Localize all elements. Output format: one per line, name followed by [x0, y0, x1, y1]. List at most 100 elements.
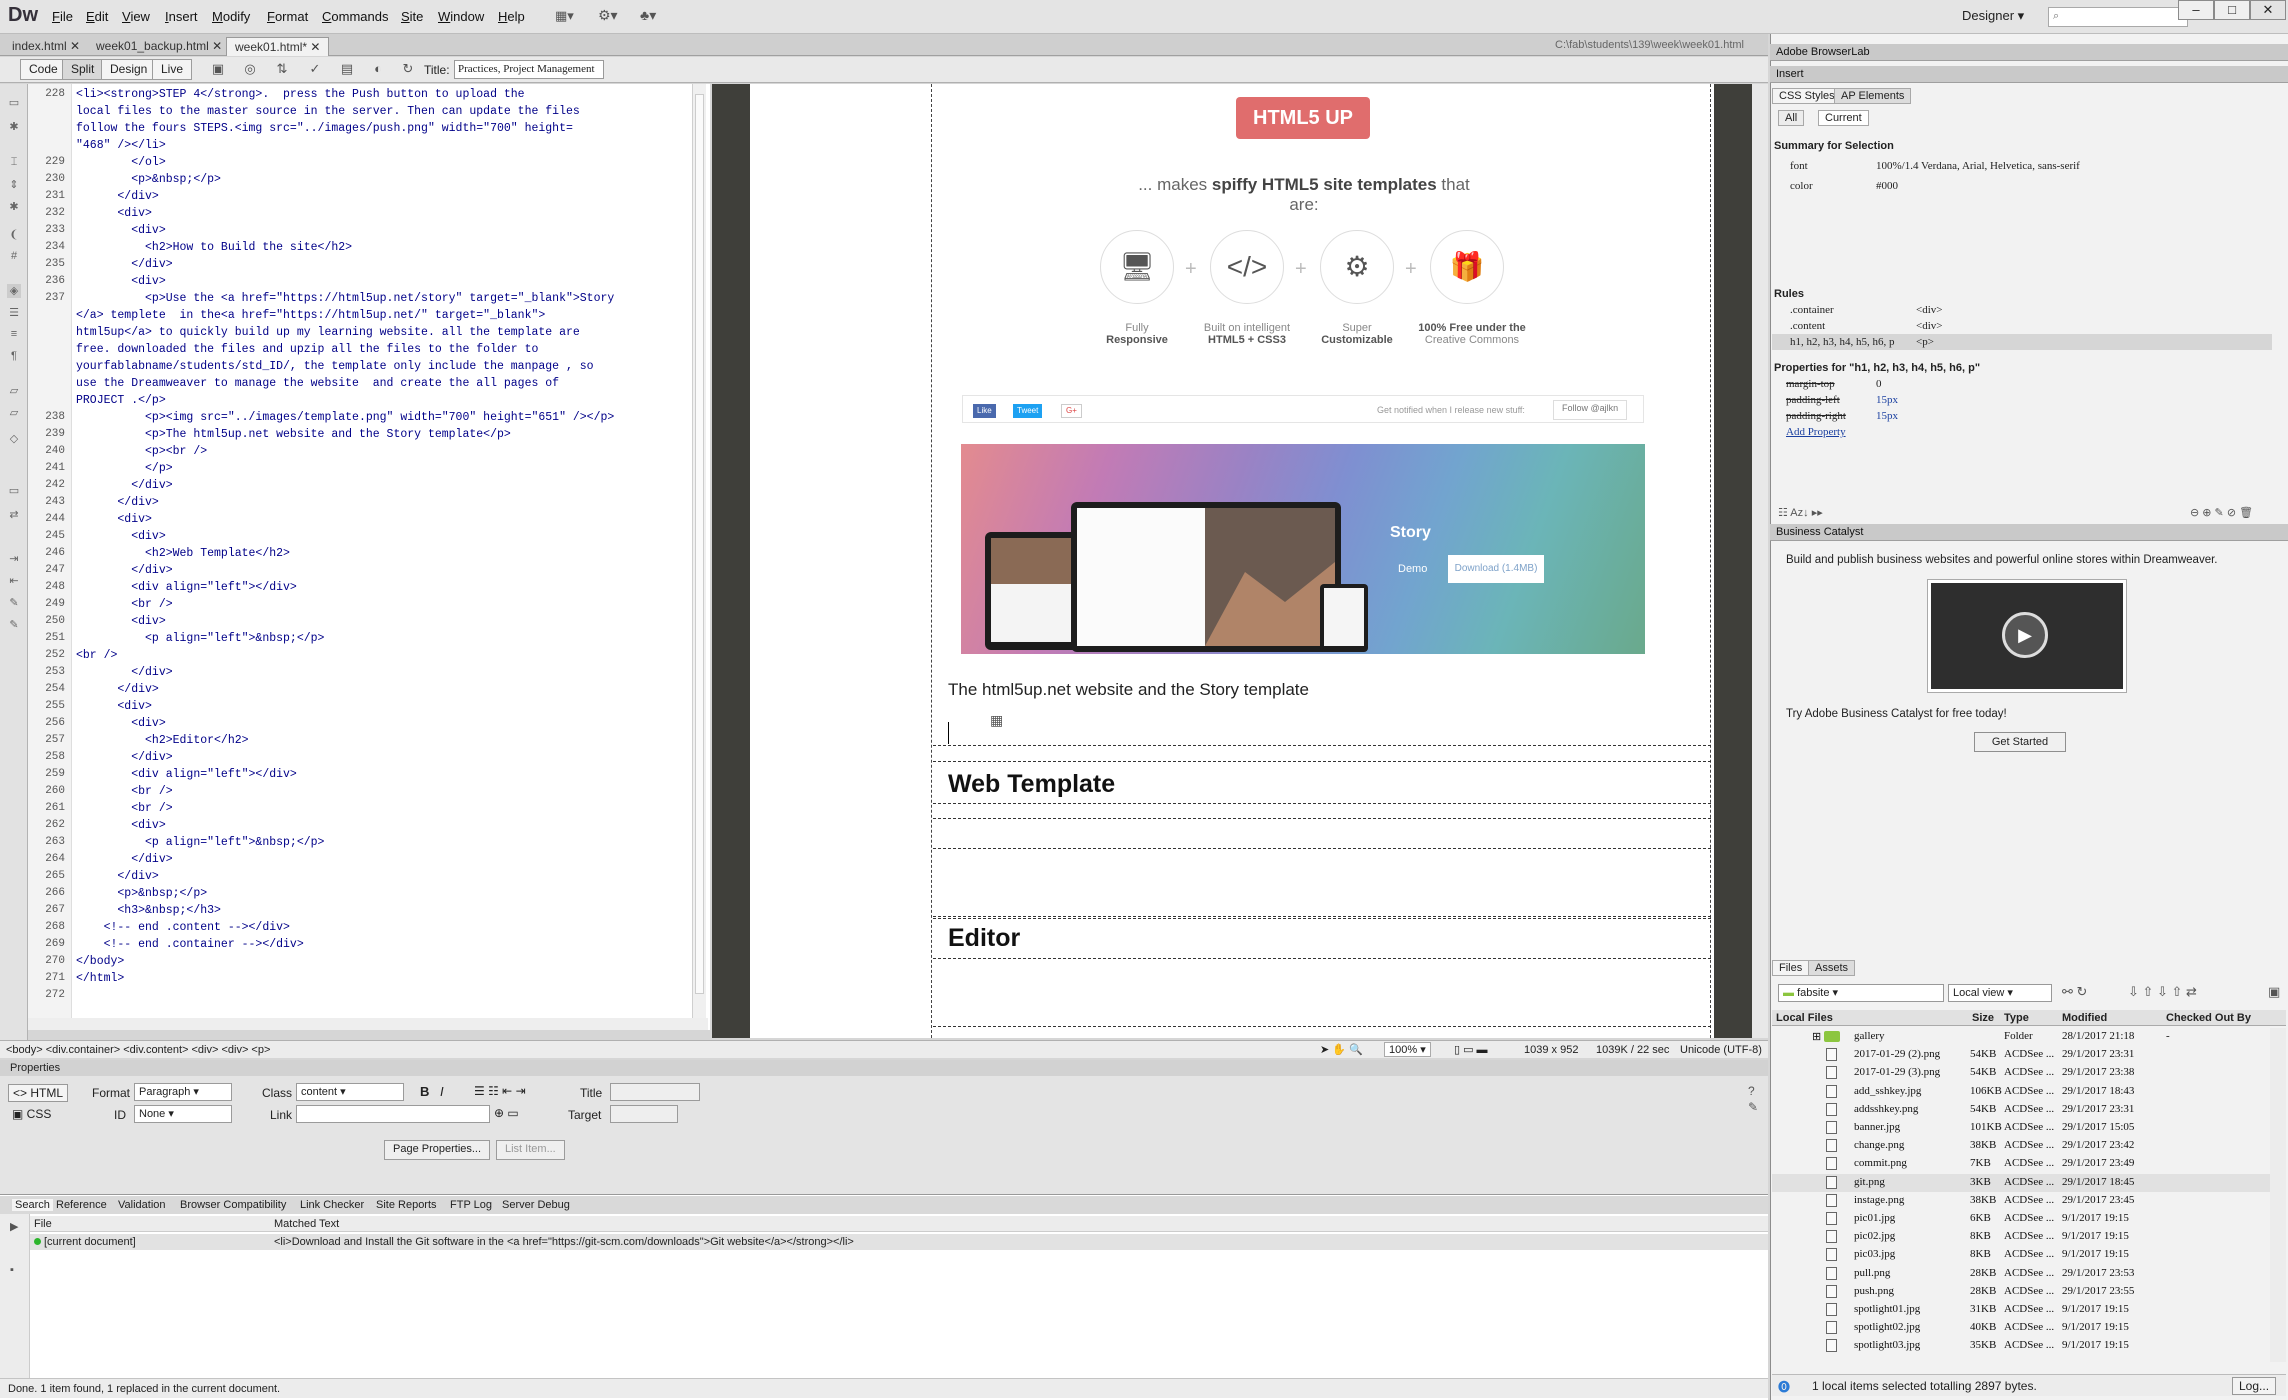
code-view-button[interactable]: Code	[20, 59, 67, 80]
tab-ap-elements[interactable]: AP Elements	[1834, 88, 1912, 104]
code-horizontal-scrollbar[interactable]	[28, 1018, 708, 1030]
layout-icon[interactable]: ▦▾	[555, 8, 574, 24]
menu-format[interactable]: Format	[267, 9, 308, 24]
file-row[interactable]: pic03.jpg 8KB ACDSee ... 9/1/2017 19:15	[1772, 1246, 2272, 1264]
target-select[interactable]	[610, 1105, 678, 1123]
tab-assets[interactable]: Assets	[1808, 960, 1856, 976]
tab-server-debug[interactable]: Server Debug	[502, 1199, 570, 1211]
help-search-input[interactable]: ⌕	[2048, 7, 2188, 27]
file-row[interactable]: spotlight03.jpg 35KB ACDSee ... 9/1/2017 19…	[1772, 1337, 2272, 1355]
zoom-select[interactable]: 100% ▾	[1384, 1042, 1431, 1057]
file-row[interactable]: ⊞ gallery Folder 28/1/2017 21:18 -	[1772, 1028, 2272, 1046]
file-row[interactable]: commit.png 7KB ACDSee ... 29/1/2017 23:49	[1772, 1155, 2272, 1173]
expand-folder-icon[interactable]: ⊞	[1812, 1030, 1821, 1043]
code-view[interactable]: 228 229 230 231 232 233 234 235 236 237 238 239 240 2…	[28, 84, 710, 1030]
open-documents-icon[interactable]: ▭	[7, 96, 21, 110]
file-row[interactable]: change.png 38KB ACDSee ... 29/1/2017 23:42	[1772, 1137, 2272, 1155]
highlight-invalid-icon[interactable]: ◈	[7, 284, 21, 298]
css-all-button[interactable]: All	[1778, 110, 1805, 126]
design-view-button[interactable]: Design	[101, 59, 157, 80]
property-name[interactable]: padding-right	[1786, 410, 1846, 422]
code-line[interactable]: <p>&nbsp;</p>	[76, 173, 221, 186]
banner-download-button[interactable]: Download (1.4MB)	[1448, 555, 1544, 583]
code-line[interactable]: </div>	[76, 751, 172, 764]
file-row[interactable]: addsshkey.png 54KB ACDSee ... 29/1/2017 23:…	[1772, 1101, 2272, 1119]
code-line[interactable]: <h2>Editor</h2>	[76, 734, 249, 747]
code-line[interactable]: </div>	[76, 564, 172, 577]
connect-icon[interactable]: ⚯ ↻	[2062, 984, 2087, 1000]
tab-files[interactable]: Files	[1772, 960, 1810, 976]
file-row[interactable]: instage.png 38KB ACDSee ... 29/1/2017 23:45	[1772, 1192, 2272, 1210]
code-line[interactable]: use the Dreamweaver to manage the websit…	[76, 377, 559, 390]
design-scrollbar[interactable]	[1752, 84, 1768, 1038]
help-icon[interactable]: ?	[1748, 1084, 1755, 1098]
split-view-button[interactable]: Split	[62, 59, 104, 80]
code-line[interactable]: <div>	[76, 615, 166, 628]
site-manage-icon[interactable]: ♣▾	[640, 7, 656, 24]
code-line[interactable]: <br />	[76, 785, 172, 798]
remove-comment-icon[interactable]: ▱	[7, 406, 21, 420]
file-row[interactable]: spotlight01.jpg 31KB ACDSee ... 9/1/2017 19…	[1772, 1301, 2272, 1319]
code-line[interactable]: </div>	[76, 258, 172, 271]
format-select[interactable]: Paragraph ▾	[134, 1083, 232, 1101]
code-line[interactable]: <p>The html5up.net website and the Story…	[76, 428, 511, 441]
tab-site-reports[interactable]: Site Reports	[376, 1199, 437, 1211]
tab-week01-backup[interactable]: week01_backup.html ✕	[88, 37, 230, 56]
format-source-icon-2[interactable]: ✎	[7, 618, 21, 632]
code-line[interactable]: <div>	[76, 513, 152, 526]
menu-file[interactable]: File	[52, 9, 73, 24]
tab-search[interactable]: Search	[12, 1199, 53, 1211]
css-view-icons[interactable]: ☷ Az↓ ▸▸	[1778, 506, 1823, 519]
code-line[interactable]: </div>	[76, 666, 172, 679]
browserlab-panel-header[interactable]: Adobe BrowserLab	[1770, 44, 2288, 61]
code-line[interactable]: </div>	[76, 683, 158, 696]
file-row[interactable]: banner.jpg 101KB ACDSee ... 29/1/2017 15:05	[1772, 1119, 2272, 1137]
file-row[interactable]: 2017-01-29 (2).png 54KB ACDSee ... 29/1/201…	[1772, 1046, 2272, 1064]
workspace-switcher[interactable]: Designer ▾	[1962, 8, 2024, 24]
unordered-list-icon[interactable]: ☰ ☷ ⇤ ⇥	[474, 1084, 526, 1098]
code-line[interactable]: follow the fours STEPS.<img src="../imag…	[76, 122, 573, 135]
code-line[interactable]: </ol>	[76, 156, 166, 169]
preview-browser-icon[interactable]: ◎	[240, 61, 260, 79]
business-catalyst-header[interactable]: Business Catalyst	[1770, 524, 2288, 541]
menu-help[interactable]: Help	[498, 9, 525, 24]
property-name[interactable]: padding-left	[1786, 394, 1840, 406]
code-line[interactable]: html5up</a> to quickly build up my learn…	[76, 326, 580, 339]
w3c-validation-icon[interactable]: ✓	[305, 61, 325, 79]
rule-name[interactable]: .content	[1790, 320, 1825, 332]
code-line[interactable]: <p>&nbsp;</p>	[76, 887, 207, 900]
column-file[interactable]: File	[34, 1218, 52, 1230]
log-button[interactable]: Log...	[2232, 1377, 2277, 1395]
page-properties-button[interactable]: Page Properties...	[384, 1140, 491, 1160]
hidden-chars-icon[interactable]: ¶	[7, 350, 21, 364]
outdent-icon[interactable]: ⇤	[7, 574, 21, 588]
select-tool-icon[interactable]: ➤ ✋ 🔍	[1320, 1043, 1363, 1056]
expand-icon[interactable]: ▣	[2268, 984, 2280, 1000]
code-line[interactable]: <div align="left"></div>	[76, 581, 297, 594]
file-row[interactable]: 2017-01-29 (3).png 54KB ACDSee ... 29/1/201…	[1772, 1064, 2272, 1082]
file-row[interactable]: pic01.jpg 6KB ACDSee ... 9/1/2017 19:15	[1772, 1210, 2272, 1228]
window-size[interactable]: 1039 x 952	[1524, 1044, 1578, 1056]
code-line[interactable]: yourfablabname/students/std_ID/, the tem…	[76, 360, 594, 373]
title-field[interactable]	[610, 1083, 700, 1101]
file-row[interactable]: add_sshkey.jpg 106KB ACDSee ... 29/1/2017 1…	[1772, 1083, 2272, 1101]
menu-view[interactable]: View	[122, 9, 150, 24]
google-plus-button[interactable]: G+	[1061, 404, 1082, 418]
code-line[interactable]: <p><br />	[76, 445, 207, 458]
tab-week01-html[interactable]: week01.html* ✕	[226, 37, 330, 56]
point-to-file-icon[interactable]: ⊕ ▭	[494, 1106, 519, 1120]
code-line[interactable]: <br />	[76, 802, 172, 815]
tab-browser-compatibility[interactable]: Browser Compatibility	[180, 1199, 286, 1211]
expand-all-icon[interactable]: ⇕	[7, 178, 21, 192]
file-row[interactable]: push.png 28KB ACDSee ... 29/1/2017 23:55	[1772, 1283, 2272, 1301]
class-select[interactable]: content ▾	[296, 1083, 404, 1101]
tab-link-checker[interactable]: Link Checker	[300, 1199, 364, 1211]
tab-reference[interactable]: Reference	[56, 1199, 107, 1211]
facebook-like-button[interactable]: Like	[973, 404, 996, 418]
menu-site[interactable]: Site	[401, 9, 423, 24]
code-line[interactable]: <div>	[76, 207, 152, 220]
code-line[interactable]: <p align="left">&nbsp;</p>	[76, 632, 324, 645]
bold-button[interactable]: B	[420, 1084, 429, 1099]
code-line[interactable]: <div>	[76, 275, 166, 288]
col-modified[interactable]: Modified	[2062, 1012, 2107, 1024]
